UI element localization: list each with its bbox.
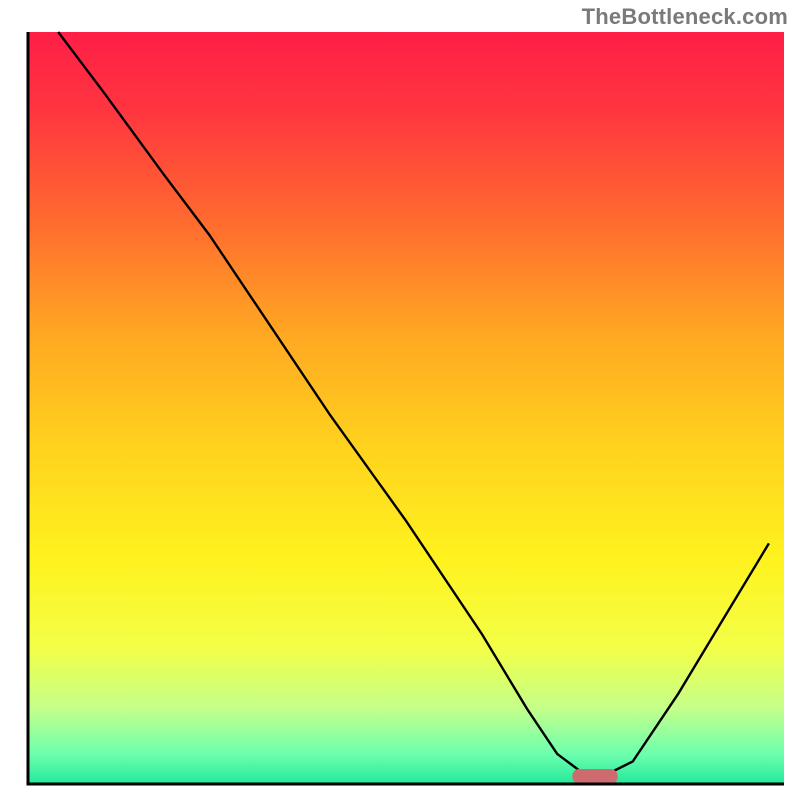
optimal-marker [572,769,617,784]
bottleneck-chart [0,0,800,800]
chart-canvas: TheBottleneck.com [0,0,800,800]
watermark-text: TheBottleneck.com [582,4,788,30]
